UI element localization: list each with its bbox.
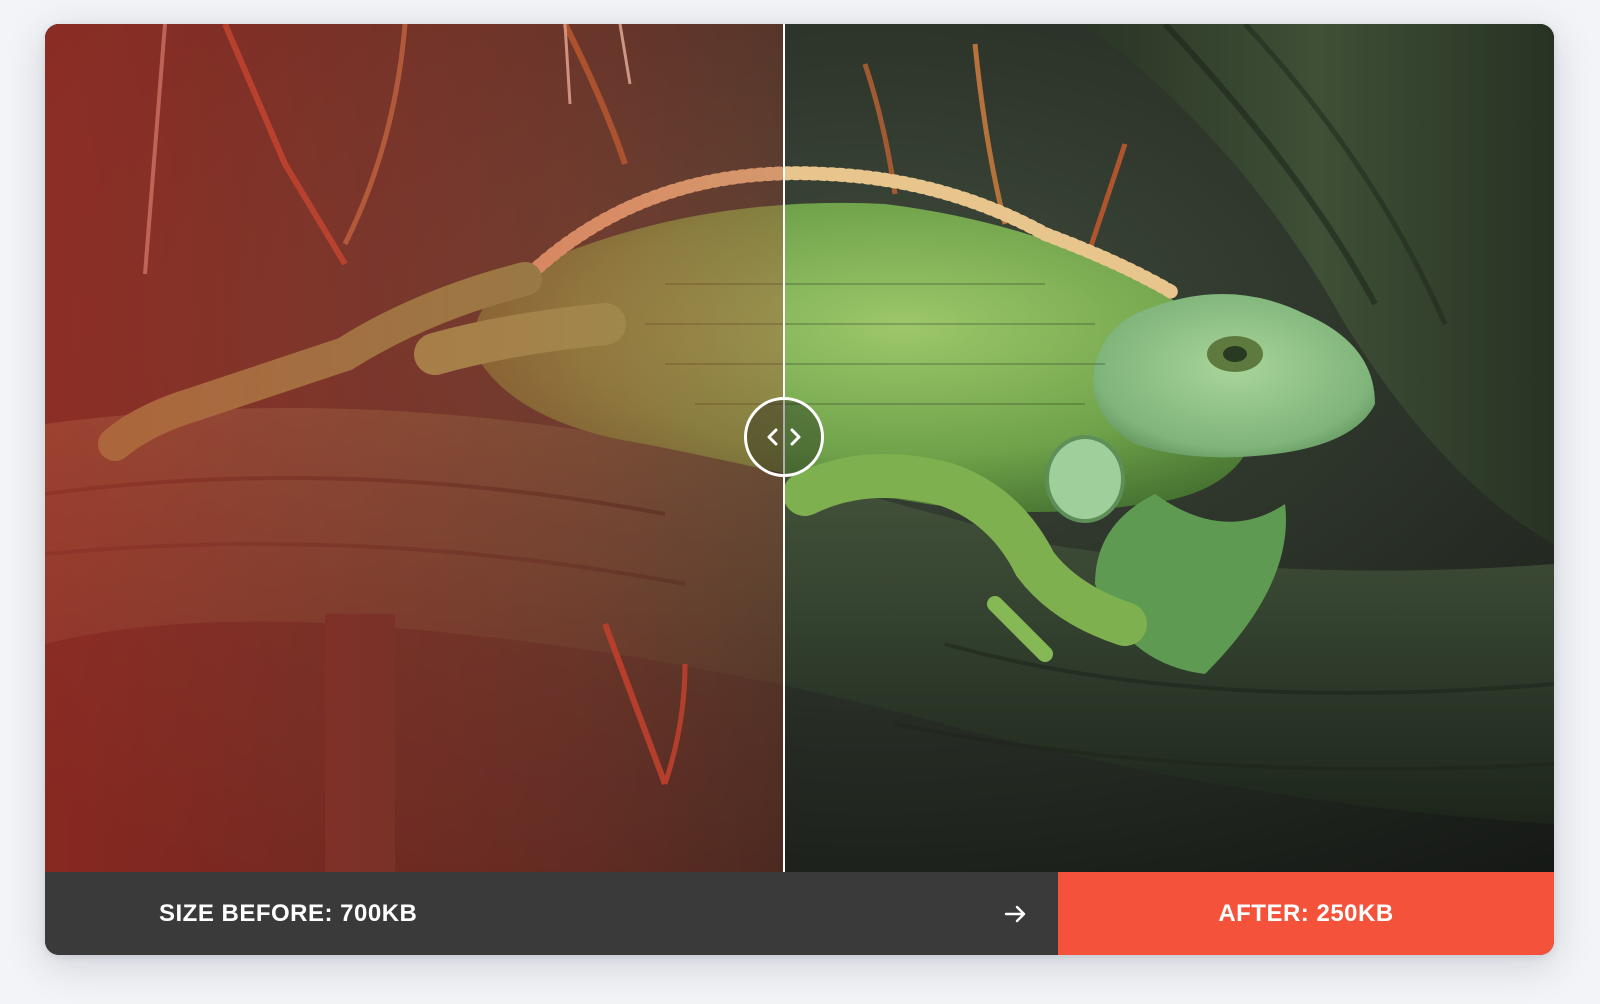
image-compare-viewer[interactable]	[45, 24, 1554, 872]
before-image-clip	[45, 24, 784, 872]
image-compare-card: SIZE BEFORE: 700KB AFTER: 250KB	[45, 24, 1554, 955]
compare-slider-handle[interactable]	[744, 397, 824, 477]
chevrons-left-right-icon	[767, 428, 801, 446]
size-after-label: AFTER: 250KB	[1218, 900, 1394, 927]
size-before-panel: SIZE BEFORE: 700KB	[45, 872, 1058, 955]
arrow-right-icon	[1004, 905, 1026, 923]
size-before-label: SIZE BEFORE: 700KB	[159, 900, 418, 927]
before-image	[45, 24, 784, 872]
size-after-panel: AFTER: 250KB	[1058, 872, 1554, 955]
size-info-bar: SIZE BEFORE: 700KB AFTER: 250KB	[45, 872, 1554, 955]
